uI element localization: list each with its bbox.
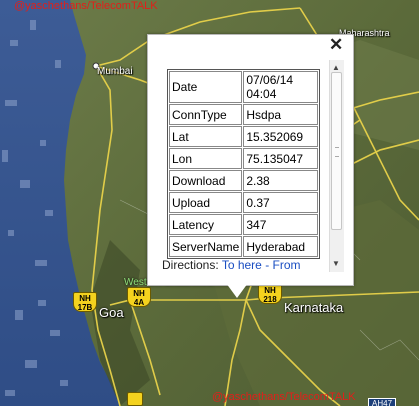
table-row: Upload 0.37 xyxy=(169,192,318,213)
place-label-karnataka: Karnataka xyxy=(284,300,344,315)
scroll-down-arrow-icon[interactable]: ▼ xyxy=(332,259,340,268)
row-key: ServerName xyxy=(169,236,243,257)
close-icon[interactable]: ✕ xyxy=(329,36,343,54)
place-label-goa: Goa xyxy=(99,305,124,320)
table-row: Date 07/06/14 04:04 xyxy=(169,71,318,103)
row-key: ConnType xyxy=(169,104,243,125)
row-value: 75.135047 xyxy=(243,148,318,169)
watermark-bottom: @yaschethans/TelecomTALK xyxy=(212,391,356,403)
table-row: Latency 347 xyxy=(169,214,318,235)
shield-prefix: NH xyxy=(133,289,145,298)
highway-shield-icon xyxy=(127,392,143,406)
highway-shield-nh17b: NH 17B xyxy=(73,292,97,312)
shield-number: 218 xyxy=(263,295,277,304)
balloon-content[interactable]: Date 07/06/14 04:04 ConnType Hsdpa Lat 15.3… xyxy=(167,60,345,272)
row-value: 347 xyxy=(243,214,318,235)
table-row: Download 2.38 xyxy=(169,170,318,191)
shield-prefix: NH xyxy=(264,286,276,295)
highway-shield-nh218: NH 218 xyxy=(258,284,282,304)
row-key: Lat xyxy=(169,126,243,147)
vertical-scrollbar[interactable]: ▲ ▼ xyxy=(329,60,344,272)
row-key: Download xyxy=(169,170,243,191)
row-value: Hsdpa xyxy=(243,104,318,125)
row-key: Date xyxy=(169,71,243,103)
row-key: Upload xyxy=(169,192,243,213)
balloon-pointer xyxy=(226,283,248,298)
highway-shield-nh4a: NH 4A xyxy=(127,287,151,307)
table-row: Lon 75.135047 xyxy=(169,148,318,169)
row-value: Hyderabad xyxy=(243,236,318,257)
watermark-top: @yaschethans/TelecomTALK xyxy=(14,0,158,12)
measurement-table: Date 07/06/14 04:04 ConnType Hsdpa Lat 15.3… xyxy=(167,69,320,259)
directions-from-link[interactable]: From xyxy=(273,258,301,272)
row-key: Lon xyxy=(169,148,243,169)
directions-to-here-link[interactable]: To here xyxy=(222,258,262,272)
row-value: 07/06/14 04:04 xyxy=(243,71,318,103)
shield-number: 17B xyxy=(77,303,93,312)
scrollbar-thumb[interactable] xyxy=(331,72,342,230)
place-label-mumbai: Mumbai xyxy=(97,66,133,77)
scroll-up-arrow-icon[interactable]: ▲ xyxy=(332,63,340,72)
table-row: Lat 15.352069 xyxy=(169,126,318,147)
row-value: 2.38 xyxy=(243,170,318,191)
highway-shield-ah47: AH47 xyxy=(368,398,397,406)
shield-prefix: NH xyxy=(79,294,91,303)
row-value: 15.352069 xyxy=(243,126,318,147)
table-row: ServerName Hyderabad xyxy=(169,236,318,257)
row-key: Latency xyxy=(169,214,243,235)
directions-separator: - xyxy=(265,258,270,272)
row-value: 0.37 xyxy=(243,192,318,213)
grip-icon xyxy=(335,147,339,157)
shield-number: 4A xyxy=(133,298,145,307)
directions-line: Directions: To here - From xyxy=(162,258,301,272)
table-row: ConnType Hsdpa xyxy=(169,104,318,125)
directions-label: Directions: xyxy=(162,258,219,272)
